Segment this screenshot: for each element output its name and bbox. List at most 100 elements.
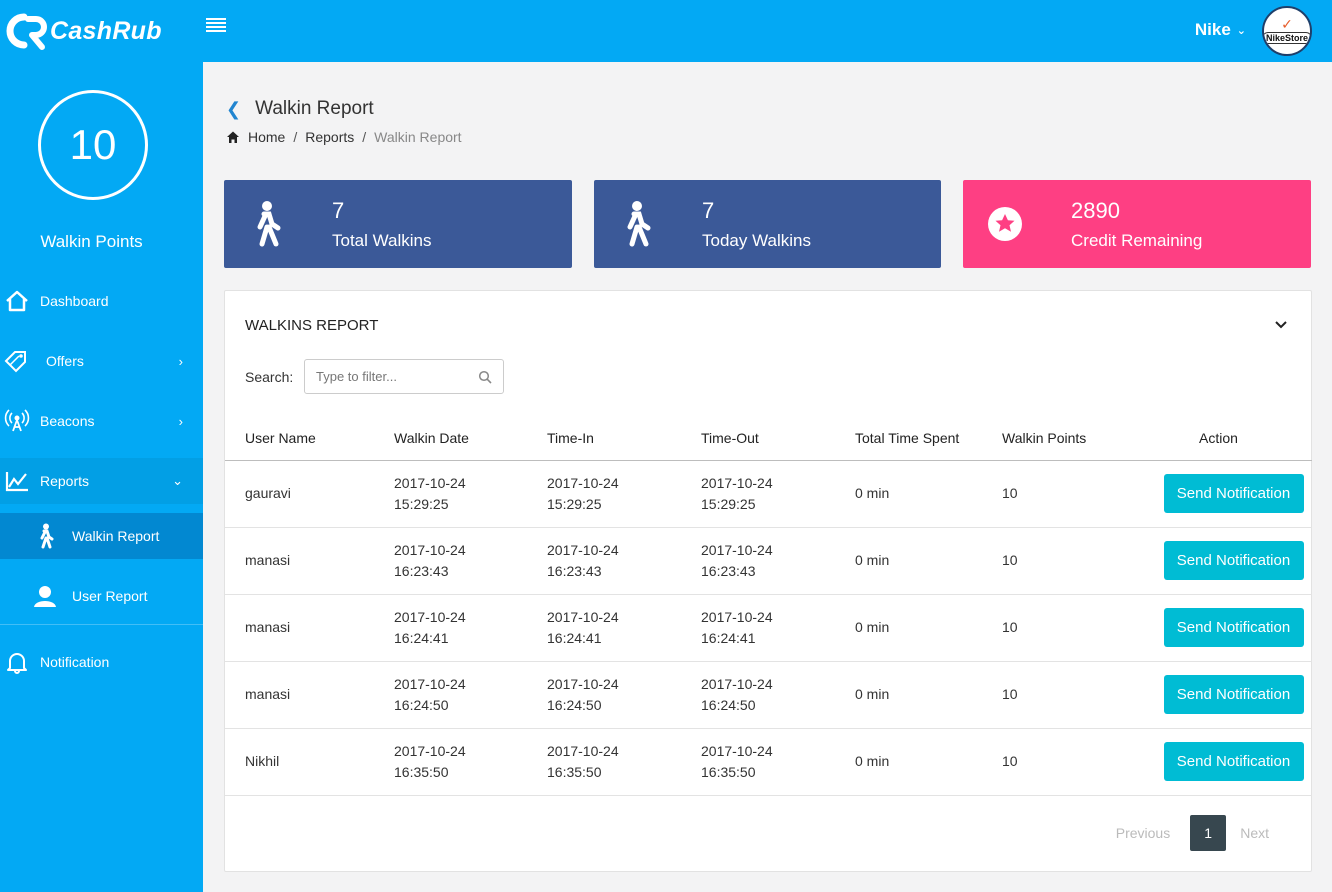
back-arrow-icon[interactable]: ❮ bbox=[226, 99, 241, 120]
breadcrumb-separator: / bbox=[293, 129, 298, 145]
avatar[interactable]: ✓ NikeStore bbox=[1262, 6, 1312, 56]
stat-card-today-walkins: 7 Today Walkins bbox=[594, 180, 941, 268]
user-name: Nike bbox=[1194, 20, 1231, 39]
search-input[interactable] bbox=[305, 360, 465, 393]
cashrub-logo-icon bbox=[6, 13, 47, 50]
cell-time-in: 2017-10-24 16:23:43 bbox=[547, 527, 701, 595]
cell-walkin-points: 10 bbox=[1002, 728, 1125, 796]
column-header: Action bbox=[1125, 416, 1312, 461]
cell-walkin-date: 2017-10-24 16:35:50 bbox=[394, 728, 547, 796]
cell-user-name: gauravi bbox=[225, 460, 394, 528]
cell-date: 2017-10-24 bbox=[701, 474, 773, 491]
home-icon bbox=[2, 286, 32, 316]
column-header: User Name bbox=[225, 416, 394, 461]
sidebar-item-label: Beacons bbox=[40, 413, 95, 429]
cell-time-out: 2017-10-24 16:24:50 bbox=[701, 661, 855, 729]
brand-name: CashRub bbox=[50, 16, 162, 45]
cell-time: 16:23:43 bbox=[394, 562, 449, 579]
cell-time: 16:35:50 bbox=[547, 763, 602, 780]
cell-date: 2017-10-24 bbox=[394, 742, 466, 759]
cell-walkin-points: 10 bbox=[1002, 594, 1125, 662]
cell-walkin-date: 2017-10-24 16:24:50 bbox=[394, 661, 547, 729]
breadcrumb-reports[interactable]: Reports bbox=[305, 129, 354, 145]
stat-value: 2890 bbox=[1071, 198, 1120, 223]
stat-label: Today Walkins bbox=[702, 231, 811, 250]
sidebar: 10 Walkin Points Dashboard Offers › Beac… bbox=[0, 62, 203, 892]
cell-time: 16:24:50 bbox=[394, 696, 449, 713]
cell-time: 16:23:43 bbox=[701, 562, 756, 579]
pagination-previous[interactable]: Previous bbox=[1116, 825, 1170, 841]
cell-date: 2017-10-24 bbox=[547, 742, 619, 759]
stat-label: Total Walkins bbox=[332, 231, 432, 250]
cell-time: 15:29:25 bbox=[701, 495, 756, 512]
send-notification-button[interactable]: Send Notification bbox=[1163, 608, 1304, 647]
panel-title: WALKINS REPORT bbox=[245, 317, 379, 334]
menu-toggle-icon[interactable] bbox=[206, 16, 226, 34]
sidebar-item-dashboard[interactable]: Dashboard bbox=[0, 278, 203, 324]
sidebar-subitem-user-report[interactable]: User Report bbox=[0, 573, 203, 619]
brand[interactable]: CashRub bbox=[0, 0, 203, 62]
cell-time-in: 2017-10-24 15:29:25 bbox=[547, 460, 701, 528]
cell-date: 2017-10-24 bbox=[701, 608, 773, 625]
sidebar-item-beacons[interactable]: Beacons › bbox=[0, 398, 203, 444]
home-icon bbox=[227, 131, 239, 143]
cell-date: 2017-10-24 bbox=[547, 541, 619, 558]
sidebar-subitem-walkin-report[interactable]: Walkin Report bbox=[0, 513, 203, 559]
send-notification-button[interactable]: Send Notification bbox=[1163, 675, 1304, 714]
cell-date: 2017-10-24 bbox=[547, 608, 619, 625]
cell-time-spent: 0 min bbox=[855, 527, 1002, 595]
stat-card-credit-remaining: 2890 Credit Remaining bbox=[963, 180, 1311, 268]
sidebar-item-reports[interactable]: Reports ⌄ bbox=[0, 458, 203, 504]
send-notification-button[interactable]: Send Notification bbox=[1163, 742, 1304, 781]
cell-user-name: Nikhil bbox=[225, 728, 394, 796]
stat-value: 7 bbox=[702, 198, 715, 223]
table-row: manasi 2017-10-24 16:24:50 2017-10-24 16:2… bbox=[225, 661, 1312, 729]
cell-time: 15:29:25 bbox=[547, 495, 602, 512]
cell-action: Send Notification bbox=[1125, 661, 1312, 729]
sidebar-item-label: Dashboard bbox=[40, 293, 109, 309]
table-row: gauravi 2017-10-24 15:29:25 2017-10-24 15:… bbox=[225, 460, 1312, 528]
line-chart-icon bbox=[2, 466, 32, 496]
walking-person-icon bbox=[616, 201, 656, 247]
breadcrumb-home[interactable]: Home bbox=[248, 129, 285, 145]
cell-time-spent: 0 min bbox=[855, 661, 1002, 729]
page-title: ❮ Walkin Report bbox=[226, 98, 374, 120]
cell-action: Send Notification bbox=[1125, 728, 1312, 796]
sidebar-subitem-label: User Report bbox=[72, 588, 148, 604]
cell-time: 16:24:41 bbox=[394, 629, 449, 646]
cell-time-out: 2017-10-24 16:23:43 bbox=[701, 527, 855, 595]
cell-date: 2017-10-24 bbox=[547, 675, 619, 692]
points-value: 10 bbox=[69, 121, 117, 168]
chevron-down-icon[interactable] bbox=[1273, 316, 1289, 332]
tag-icon bbox=[2, 346, 32, 376]
bell-icon bbox=[2, 647, 32, 677]
cell-time-spent: 0 min bbox=[855, 594, 1002, 662]
column-header: Total Time Spent bbox=[855, 416, 1002, 461]
sidebar-item-notification[interactable]: Notification bbox=[0, 639, 203, 685]
points-label: Walkin Points bbox=[40, 232, 143, 251]
cell-time-in: 2017-10-24 16:24:41 bbox=[547, 594, 701, 662]
send-notification-button[interactable]: Send Notification bbox=[1163, 474, 1304, 513]
table-row: manasi 2017-10-24 16:24:41 2017-10-24 16:2… bbox=[225, 594, 1312, 662]
cell-time: 16:35:50 bbox=[394, 763, 449, 780]
walkins-report-panel: WALKINS REPORT Search: User Name Walkin … bbox=[224, 290, 1312, 872]
sidebar-item-label: Reports bbox=[40, 473, 90, 489]
walking-person-icon bbox=[32, 523, 58, 549]
sidebar-item-offers[interactable]: Offers › bbox=[0, 338, 203, 384]
stat-label: Credit Remaining bbox=[1071, 231, 1203, 250]
pagination-page-current[interactable]: 1 bbox=[1190, 815, 1227, 851]
pagination-next[interactable]: Next bbox=[1240, 825, 1269, 841]
user-menu[interactable]: Nike ⌄ bbox=[1195, 20, 1246, 40]
sidebar-item-label: Notification bbox=[40, 654, 110, 670]
search-box bbox=[304, 359, 504, 394]
chevron-down-icon: ⌄ bbox=[172, 473, 183, 488]
cell-walkin-date: 2017-10-24 16:24:41 bbox=[394, 594, 547, 662]
cell-walkin-date: 2017-10-24 16:23:43 bbox=[394, 527, 547, 595]
cell-action: Send Notification bbox=[1125, 527, 1312, 595]
cell-user-name: manasi bbox=[225, 527, 394, 595]
cell-time-out: 2017-10-24 16:24:41 bbox=[701, 594, 855, 662]
search-icon bbox=[478, 370, 492, 384]
send-notification-button[interactable]: Send Notification bbox=[1163, 541, 1304, 580]
stat-card-total-walkins: 7 Total Walkins bbox=[224, 180, 572, 268]
top-bar: CashRub Nike ⌄ ✓ NikeStore bbox=[0, 0, 1332, 62]
